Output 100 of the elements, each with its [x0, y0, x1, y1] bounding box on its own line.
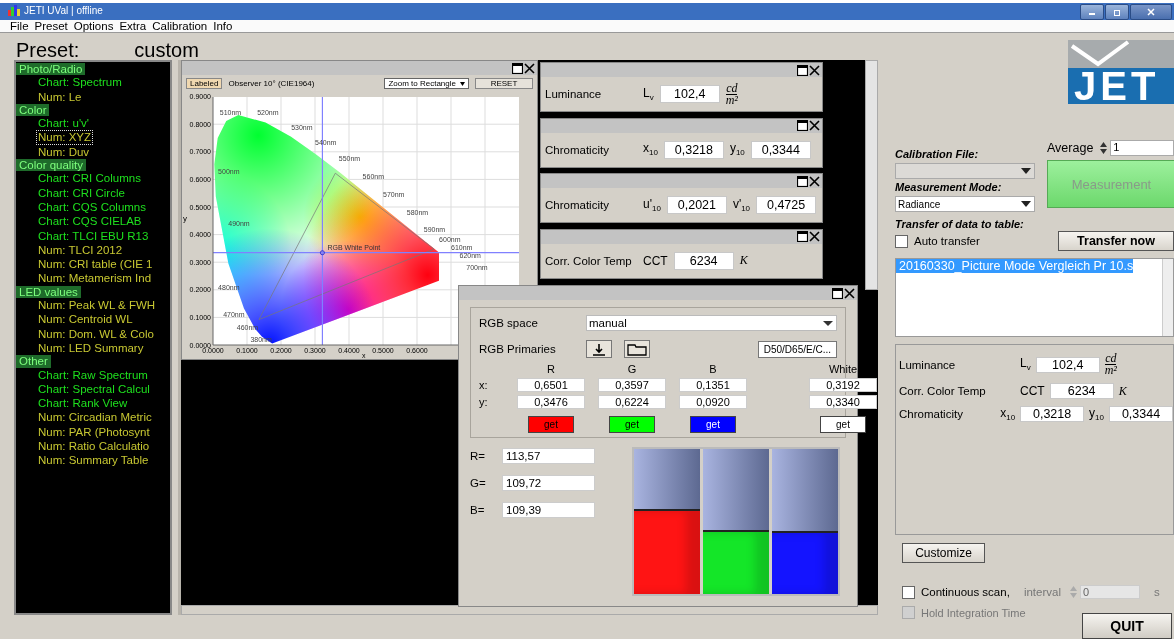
close-icon[interactable] — [809, 175, 820, 187]
maximize-icon[interactable] — [797, 175, 808, 187]
app-icon — [8, 4, 20, 16]
auto-transfer-label: Auto transfer — [914, 235, 980, 247]
value-field: 0,3344 — [1109, 406, 1173, 423]
get-button[interactable]: get — [528, 416, 574, 433]
tree-item[interactable]: Chart: CRI Circle — [36, 185, 127, 200]
maximize-icon[interactable] — [797, 64, 808, 76]
menu-item[interactable]: Extra — [119, 20, 147, 32]
tree-item[interactable]: Num: Dom. WL & Colo — [36, 326, 156, 341]
close-icon[interactable] — [809, 120, 820, 131]
transfer-label: Transfer of data to table: — [895, 218, 1025, 230]
illuminant-button[interactable]: D50/D65/E/C... — [757, 340, 837, 358]
tree-category[interactable]: Color — [16, 103, 50, 117]
tree-item[interactable]: Num: Metamerism Ind — [36, 271, 154, 286]
average-field[interactable]: 1 — [1110, 140, 1174, 156]
tree-item[interactable]: Num: Ratio Calculatio — [36, 439, 152, 454]
menu-item[interactable]: Info — [213, 20, 233, 32]
open-folder-button[interactable] — [624, 340, 650, 358]
restore-button[interactable] — [1105, 4, 1129, 20]
measurement-mode-dropdown[interactable]: Radiance — [895, 196, 1035, 212]
minimize-button[interactable] — [1080, 4, 1104, 20]
tree-item[interactable]: Chart: Rank View — [36, 396, 130, 411]
tree-category[interactable]: LED values — [16, 285, 81, 299]
tree-item[interactable]: Num: CRI table (CIE 1 — [36, 257, 155, 272]
tree-item[interactable]: Num: Peak WL & FWH — [36, 298, 158, 313]
tree-category[interactable]: Other — [16, 355, 51, 368]
tree-item[interactable]: Num: Summary Table — [36, 453, 151, 468]
menu-item[interactable]: File — [10, 20, 29, 32]
get-button[interactable]: get — [609, 416, 655, 433]
tree-item[interactable]: Chart: Spectrum — [36, 75, 124, 90]
close-icon[interactable] — [809, 231, 820, 242]
menu-item[interactable]: Options — [73, 20, 114, 32]
unit-label: K — [1118, 383, 1127, 399]
menu-item[interactable]: Preset — [34, 20, 68, 32]
zoom-mode-dropdown[interactable]: Zoom to Rectangle — [384, 78, 469, 89]
tree-item[interactable]: Num: LED Summary — [36, 340, 146, 356]
tree-item[interactable]: Num: Duv — [36, 144, 92, 160]
tree-category[interactable]: Photo/Radio — [16, 63, 86, 76]
tree-item[interactable]: Num: TLCI 2012 — [36, 242, 125, 258]
symbol-label: CCT — [1020, 384, 1045, 398]
tree-item[interactable]: Chart: CQS CIELAB — [36, 214, 144, 229]
caret-icon — [1018, 199, 1034, 209]
customize-button[interactable]: Customize — [902, 543, 985, 563]
vertical-scrollbar[interactable] — [1162, 259, 1173, 336]
get-button[interactable]: get — [820, 416, 866, 433]
maximize-icon[interactable] — [797, 231, 808, 242]
reset-button[interactable]: RESET — [475, 78, 533, 89]
tree-item[interactable]: Num: PAR (Photosynt — [36, 424, 152, 439]
rgb-space-label: RGB space — [479, 317, 539, 329]
symbol-label: u'$_{10}$ — [643, 196, 661, 214]
tree-item[interactable]: Chart: TLCI EBU R13 — [36, 228, 151, 243]
value-field: 0,3218 — [1020, 406, 1085, 423]
tree-item[interactable]: Num: Circadian Metric — [36, 410, 154, 425]
value-field: 0,3344 — [750, 140, 811, 159]
coordinate-field[interactable]: 0,6224 — [598, 395, 666, 409]
vertical-scrollbar[interactable] — [865, 60, 878, 290]
get-button[interactable]: get — [690, 416, 736, 433]
window-title: JETI UVal | offline — [24, 4, 103, 16]
measurement-label: Chromaticity — [545, 143, 610, 156]
unit-label: K — [739, 253, 748, 268]
tree-item[interactable]: Chart: CQS Columns — [36, 199, 148, 215]
tree-item[interactable]: Chart: CRI Columns — [36, 171, 143, 186]
coordinate-field[interactable]: 0,3340 — [809, 395, 877, 409]
tree-item[interactable]: Num: Le — [36, 89, 84, 104]
close-icon[interactable] — [809, 64, 820, 76]
channel-label: B= — [470, 504, 486, 516]
close-icon[interactable] — [524, 62, 535, 74]
maximize-icon[interactable] — [832, 287, 843, 299]
caret-icon — [1018, 166, 1034, 176]
transfer-now-button[interactable]: Transfer now — [1058, 231, 1174, 251]
maximize-icon[interactable] — [512, 62, 523, 74]
download-button[interactable] — [586, 340, 612, 358]
observer-label: Observer 10° (CIE1964) — [228, 79, 315, 88]
tree-item[interactable]: Chart: Spectral Calcul — [36, 381, 152, 397]
checkbox[interactable] — [895, 234, 908, 248]
coordinate-field[interactable]: 0,3476 — [517, 395, 585, 409]
labeled-toggle[interactable]: Labeled — [186, 78, 223, 89]
channel-label: R= — [470, 450, 487, 462]
tree-item[interactable]: Chart: u'v' — [36, 116, 92, 131]
tree-category[interactable]: Color quality — [16, 159, 86, 172]
rgb-space-dropdown[interactable]: manual — [586, 315, 837, 331]
menu-item[interactable]: Calibration — [152, 20, 208, 32]
coordinate-field[interactable]: 0,3192 — [809, 378, 877, 392]
coordinate-field[interactable]: 0,3597 — [598, 378, 666, 392]
coordinate-field[interactable]: 0,6501 — [517, 378, 585, 392]
value-field: 0,3218 — [663, 140, 724, 159]
checkbox[interactable] — [902, 585, 915, 599]
maximize-icon[interactable] — [797, 120, 808, 131]
quit-button[interactable]: QUIT — [1082, 613, 1172, 639]
coordinate-field[interactable]: 0,0920 — [679, 395, 747, 409]
close-icon[interactable] — [844, 287, 855, 299]
tree-item[interactable]: Num: XYZ — [36, 130, 94, 145]
unit-label: cd m² — [725, 82, 738, 106]
tree-item[interactable]: Chart: Raw Spectrum — [36, 367, 150, 382]
tree-item[interactable]: Num: Centroid WL — [36, 312, 135, 327]
column-header: B — [709, 363, 717, 375]
coordinate-field[interactable]: 0,1351 — [679, 378, 747, 392]
close-button[interactable] — [1130, 4, 1172, 20]
value-field: 102,4 — [1035, 356, 1100, 373]
